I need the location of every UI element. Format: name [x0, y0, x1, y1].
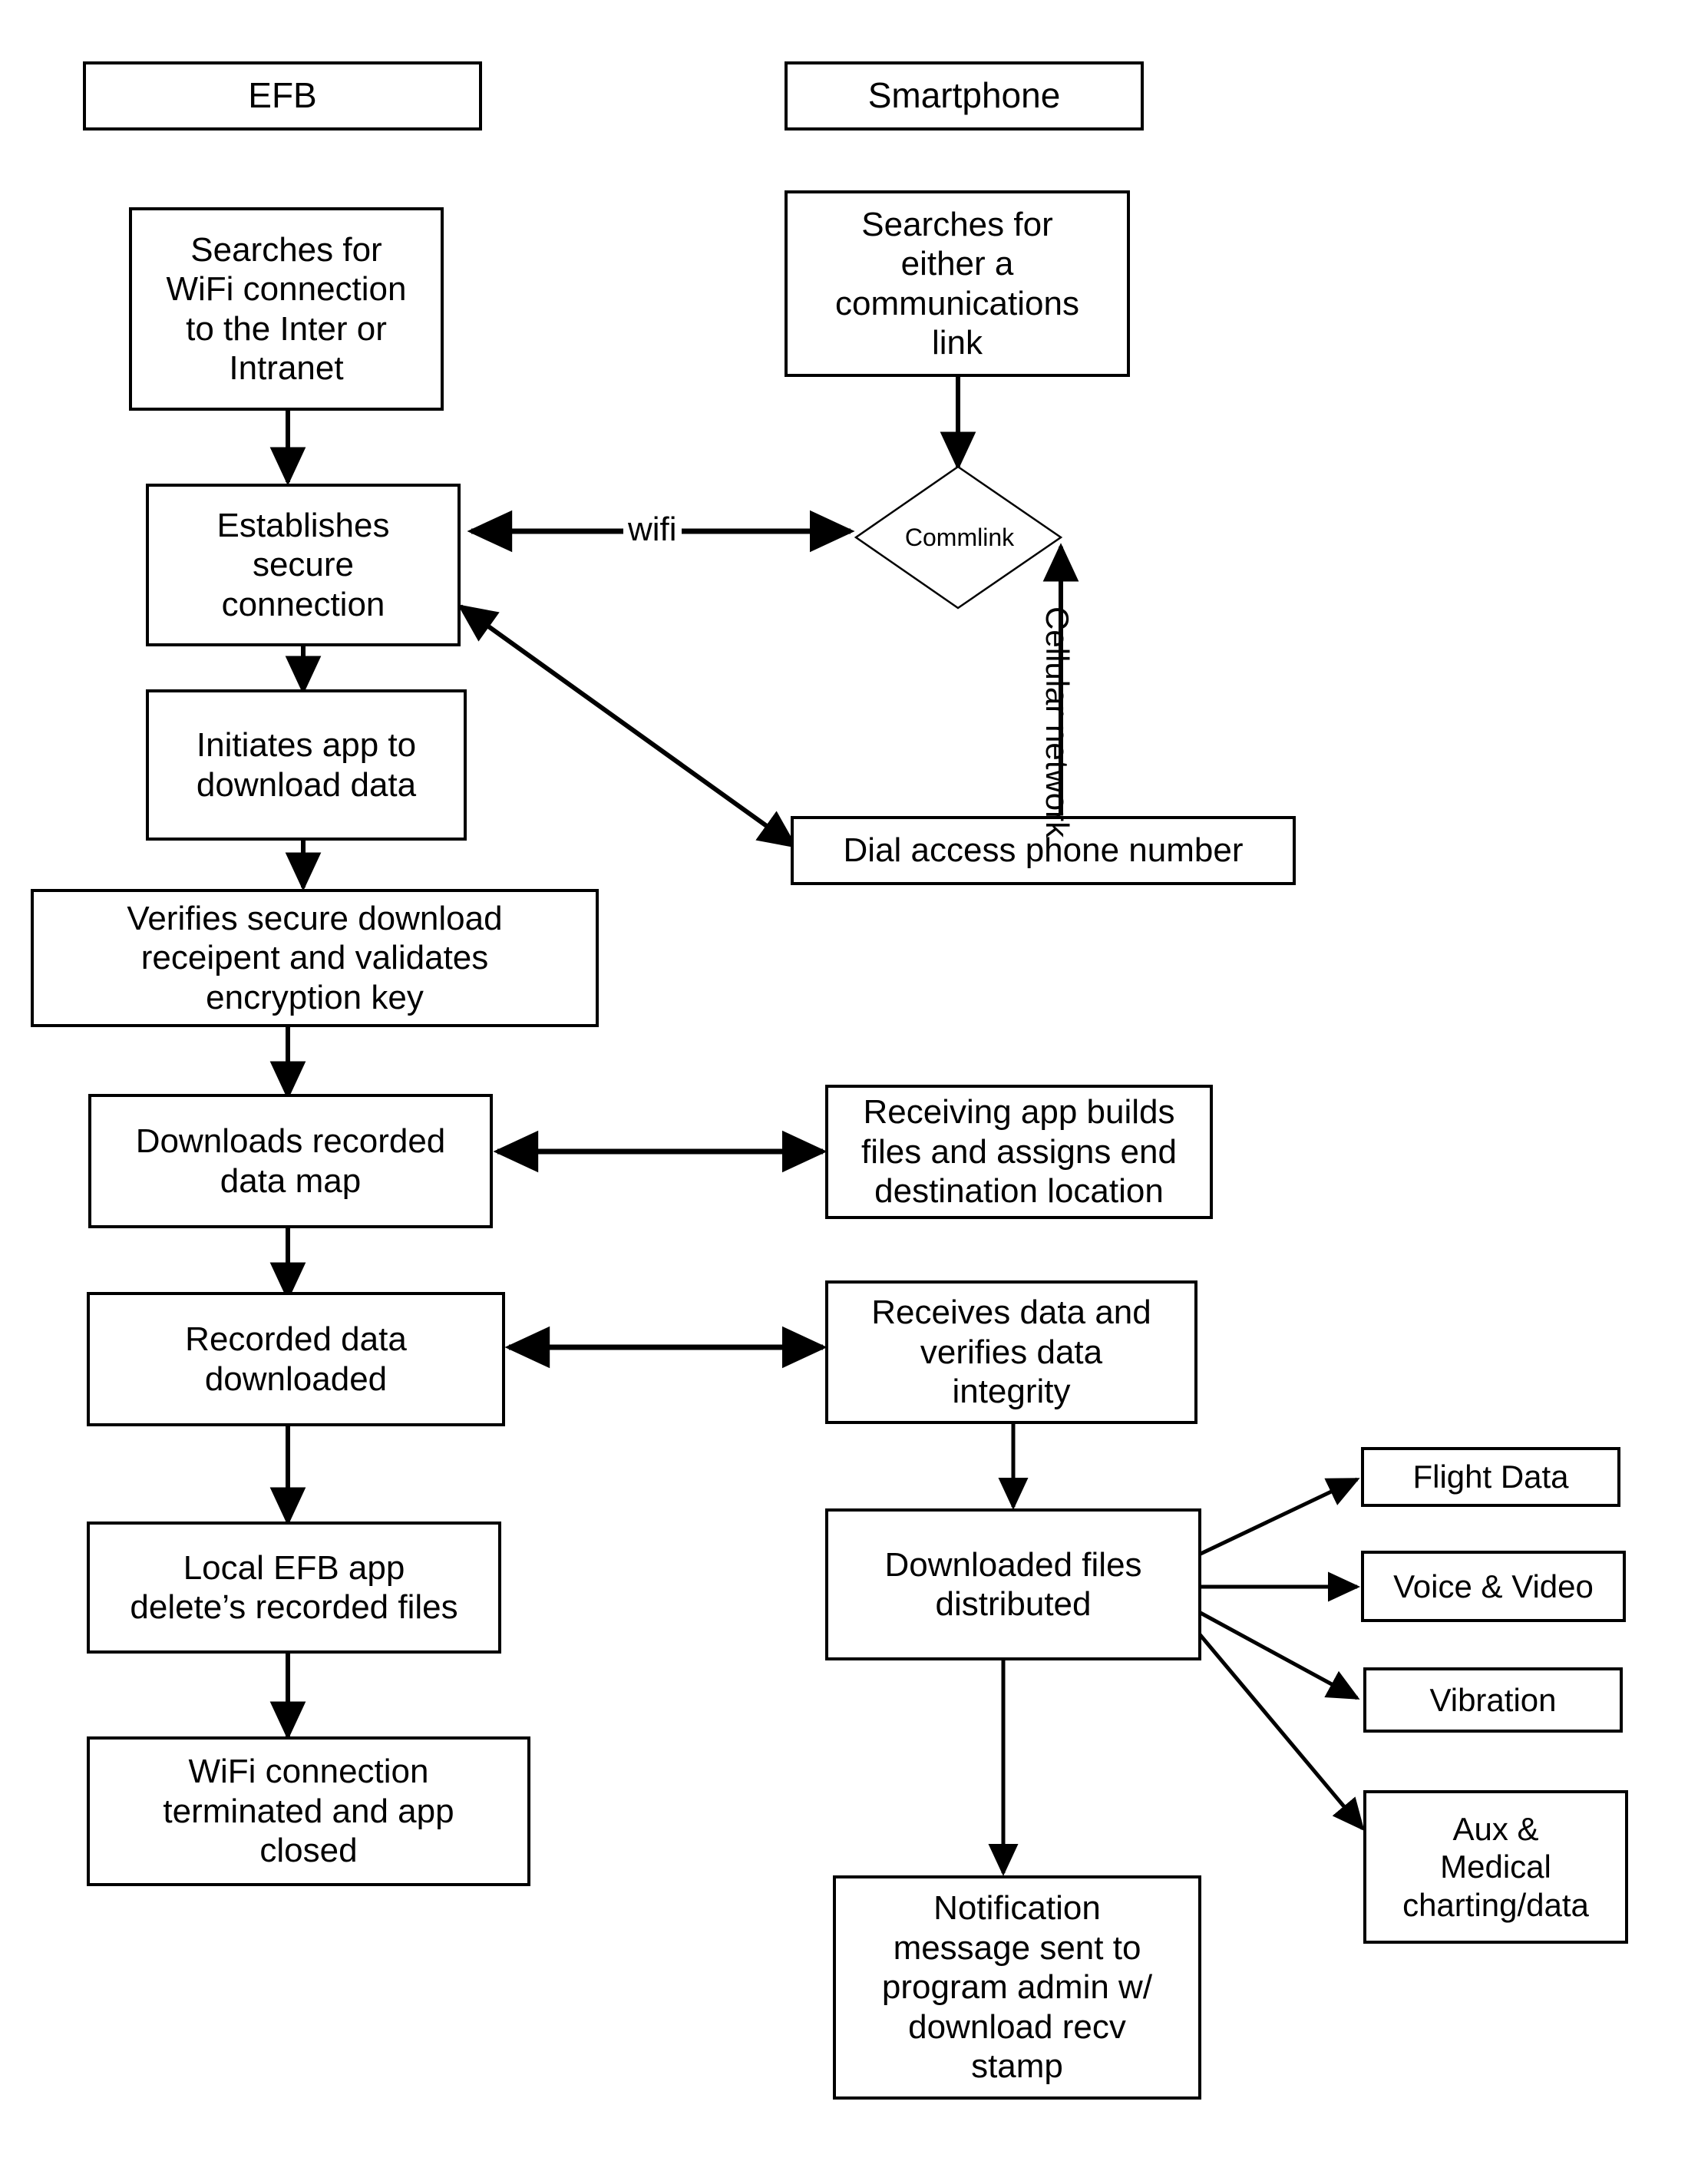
edge-distribute-to-auxmedical	[1197, 1632, 1365, 1832]
edge-distribute-to-flightdata	[1197, 1477, 1360, 1557]
node-sp-notification-message: Notification message sent to program adm…	[833, 1875, 1201, 2100]
node-efb-verifies-secure-download: Verifies secure download receipent and v…	[31, 889, 599, 1027]
node-efb-deletes-recorded-files: Local EFB app delete’s recorded files	[87, 1522, 501, 1654]
edge-label-wifi: wifi	[623, 513, 682, 547]
node-efb-establishes-secure-connection: Establishes secure connection	[146, 484, 461, 646]
node-efb-wifi-terminated: WiFi connection terminated and app close…	[87, 1736, 530, 1886]
node-efb-recorded-data-downloaded: Recorded data downloaded	[87, 1292, 505, 1426]
commlink-diamond-label: Commlink	[904, 524, 1015, 551]
node-efb-searches-wifi: Searches for WiFi connection to the Inte…	[129, 207, 444, 411]
node-efb-downloads-data-map: Downloads recorded data map	[88, 1094, 493, 1228]
edge-distribute-to-vibration	[1197, 1610, 1360, 1700]
lane-header-smartphone: Smartphone	[785, 61, 1144, 131]
node-sp-receiving-app-builds-files: Receiving app builds files and assigns e…	[825, 1085, 1213, 1219]
node-sp-receives-and-verifies-data: Receives data and verifies data integrit…	[825, 1280, 1197, 1424]
edge-establish-dial-bidirectional	[458, 604, 798, 848]
node-output-flight-data: Flight Data	[1361, 1447, 1620, 1507]
lane-header-efb: EFB	[83, 61, 482, 131]
node-efb-initiates-app: Initiates app to download data	[146, 689, 467, 841]
node-output-aux-medical: Aux & Medical charting/data	[1363, 1790, 1628, 1944]
node-sp-searches-comms-link: Searches for either a communications lin…	[785, 190, 1130, 377]
flowchart-canvas: EFB Smartphone Searches for WiFi connect…	[0, 0, 1688, 2184]
edge-label-cellular-network: Cellular network	[1039, 606, 1075, 838]
node-output-vibration: Vibration	[1363, 1667, 1623, 1733]
node-sp-downloaded-files-distributed: Downloaded files distributed	[825, 1508, 1201, 1660]
node-output-voice-video: Voice & Video	[1361, 1551, 1626, 1622]
